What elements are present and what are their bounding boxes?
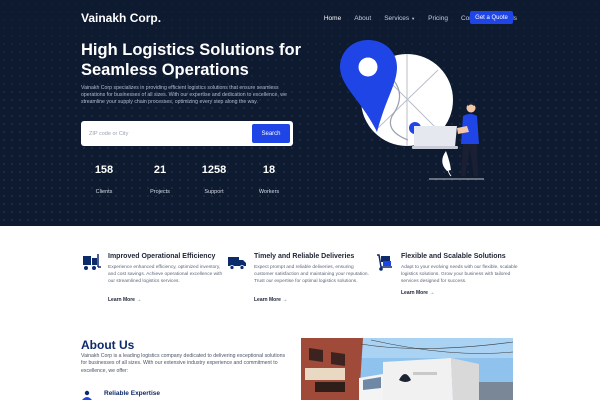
learn-more-link[interactable]: Learn More →: [401, 290, 434, 296]
brand-logo[interactable]: Vainakh Corp.: [81, 11, 161, 25]
hero-section: Vainakh Corp. Home About Services ▼ Prici…: [0, 0, 600, 226]
expertise-icon: [82, 390, 92, 400]
stat-value: 158: [94, 164, 114, 176]
get-quote-button[interactable]: Get a Quote: [470, 11, 513, 24]
feature-description: Expect prompt and reliable deliveries, e…: [254, 265, 369, 284]
forklift-icon: [83, 254, 101, 270]
feature-description: Experience enhanced efficiency, optimize…: [108, 265, 223, 284]
feature-title: Improved Operational Efficiency: [108, 253, 216, 260]
truck-icon: [228, 257, 246, 270]
stat-value: 21: [153, 164, 167, 176]
nav-services[interactable]: Services ▼: [384, 15, 415, 22]
stat-value: 18: [262, 164, 276, 176]
delivery-map-illustration: [340, 40, 484, 180]
learn-more-label: Learn More: [401, 290, 428, 296]
learn-more-label: Learn More: [254, 297, 281, 303]
feature-title: Flexible and Scalable Solutions: [401, 253, 506, 260]
zip-search-input[interactable]: [89, 127, 239, 140]
stat-clients: 158 Clients: [84, 164, 124, 195]
stat-label: Workers: [258, 189, 280, 195]
feature-description: Adapt to your evolving needs with our fl…: [401, 265, 518, 284]
learn-more-label: Learn More: [108, 297, 135, 303]
stat-label: Projects: [150, 189, 170, 195]
search-button[interactable]: Search: [252, 124, 290, 143]
chevron-down-icon: ▼: [411, 15, 416, 21]
learn-more-link[interactable]: Learn More →: [254, 297, 287, 303]
stat-support: 1258 Support: [194, 164, 234, 195]
truck-photo: [301, 338, 513, 400]
expertise-item-label: Reliable Expertise: [104, 390, 160, 397]
nav-services-label: Services: [384, 14, 410, 22]
hand-truck-icon: [377, 254, 392, 271]
stat-workers: 18 Workers: [249, 164, 289, 195]
feature-title: Timely and Reliable Deliveries: [254, 253, 355, 260]
location-search: Search: [81, 121, 293, 146]
hero-description: Vainakh Corp specializes in providing ef…: [81, 85, 287, 106]
about-title: About Us: [81, 338, 135, 352]
nav-about[interactable]: About: [354, 15, 371, 22]
stat-projects: 21 Projects: [140, 164, 180, 195]
nav-pricing[interactable]: Pricing: [428, 15, 448, 22]
stat-label: Clients: [95, 189, 113, 195]
arrow-right-icon: →: [429, 290, 435, 296]
learn-more-link[interactable]: Learn More →: [108, 297, 141, 303]
arrow-right-icon: →: [136, 297, 142, 303]
arrow-right-icon: →: [282, 297, 288, 303]
stat-label: Support: [204, 189, 224, 195]
stat-value: 1258: [201, 164, 227, 176]
nav-home[interactable]: Home: [324, 15, 341, 22]
hero-title: High Logistics Solutions for Seamless Op…: [81, 41, 301, 79]
about-description: Vainakh Corp is a leading logistics comp…: [81, 353, 286, 374]
